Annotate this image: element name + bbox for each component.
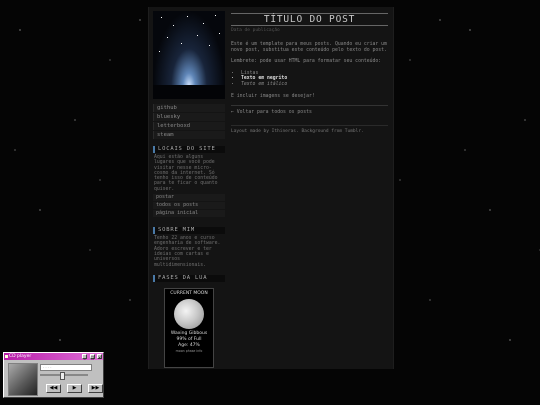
moon-credit[interactable]: moon phase info <box>165 349 213 354</box>
page-container: github bluesky letterboxd steam LOCAIS D… <box>148 7 394 369</box>
cd-player-window[interactable]: CD player _ □ × - - - - ◀◀ ▶ ▶▶ <box>3 352 104 398</box>
moon-caption: CURRENT MOON <box>170 290 208 296</box>
moon-heading: FASES DA LUA <box>153 274 225 282</box>
close-button[interactable]: × <box>97 354 102 360</box>
minimize-button[interactable]: _ <box>82 354 88 360</box>
seek-slider[interactable] <box>40 372 88 380</box>
forward-button[interactable]: ▶▶ <box>88 384 103 393</box>
cd-icon <box>5 354 8 358</box>
back-link[interactable]: ← Voltar para todos os posts <box>231 110 388 115</box>
list-item: Texto em itálico <box>241 82 388 88</box>
seek-knob[interactable] <box>60 372 65 380</box>
link-postar[interactable]: postar <box>153 194 225 202</box>
album-art <box>8 363 38 396</box>
sidebar: github bluesky letterboxd steam LOCAIS D… <box>153 11 225 368</box>
divider <box>231 105 388 107</box>
locals-text: Aqui estão alguns lugares que você pode … <box>154 155 218 192</box>
link-home[interactable]: página inicial <box>153 210 225 218</box>
nav-item-github[interactable]: github <box>153 104 225 112</box>
maximize-button[interactable]: □ <box>89 354 95 360</box>
cover-image <box>153 11 225 99</box>
post-title: TÍTULO DO POST <box>231 13 388 26</box>
nav-menu: github bluesky letterboxd steam <box>153 104 225 139</box>
post-main: TÍTULO DO POST Data de publicação Este é… <box>231 11 388 134</box>
post-list: Listas Texto em negrito Texto em itálico <box>231 71 388 88</box>
player-title: CD player <box>9 354 32 359</box>
post-images-note: E incluir imagens se desejar! <box>231 93 315 99</box>
moon-widget[interactable]: CURRENT MOON Waxing Gibbous 99% of Full … <box>164 287 214 368</box>
nav-item-bluesky[interactable]: bluesky <box>153 113 225 121</box>
play-button[interactable]: ▶ <box>67 384 82 393</box>
locals-links: postar todos os posts página inicial <box>153 194 225 218</box>
footer-credit: Layout made by Ithineras. Background fro… <box>231 125 388 134</box>
rewind-button[interactable]: ◀◀ <box>46 384 61 393</box>
about-heading: SOBRE MIM <box>153 227 225 235</box>
moon-phase: Waxing Gibbous <box>170 330 208 336</box>
link-all-posts[interactable]: todos os posts <box>153 202 225 210</box>
nav-item-steam[interactable]: steam <box>153 131 225 139</box>
about-text: Tenho 22 anos e curso engenharia de soft… <box>154 236 221 268</box>
moon-icon <box>174 298 204 329</box>
post-body: Este é um template para meus posts. Quan… <box>231 42 388 99</box>
locals-heading: LOCAIS DO SITE <box>153 146 225 153</box>
player-titlebar[interactable]: CD player _ □ × <box>4 353 103 360</box>
post-intro: Este é um template para meus posts. Quan… <box>231 42 387 53</box>
nav-item-letterboxd[interactable]: letterboxd <box>153 122 225 130</box>
post-tip: Lembrete: pode usar HTML para formatar s… <box>231 59 382 65</box>
post-date: Data de publicação <box>231 28 280 33</box>
track-display: - - - - <box>40 364 92 371</box>
